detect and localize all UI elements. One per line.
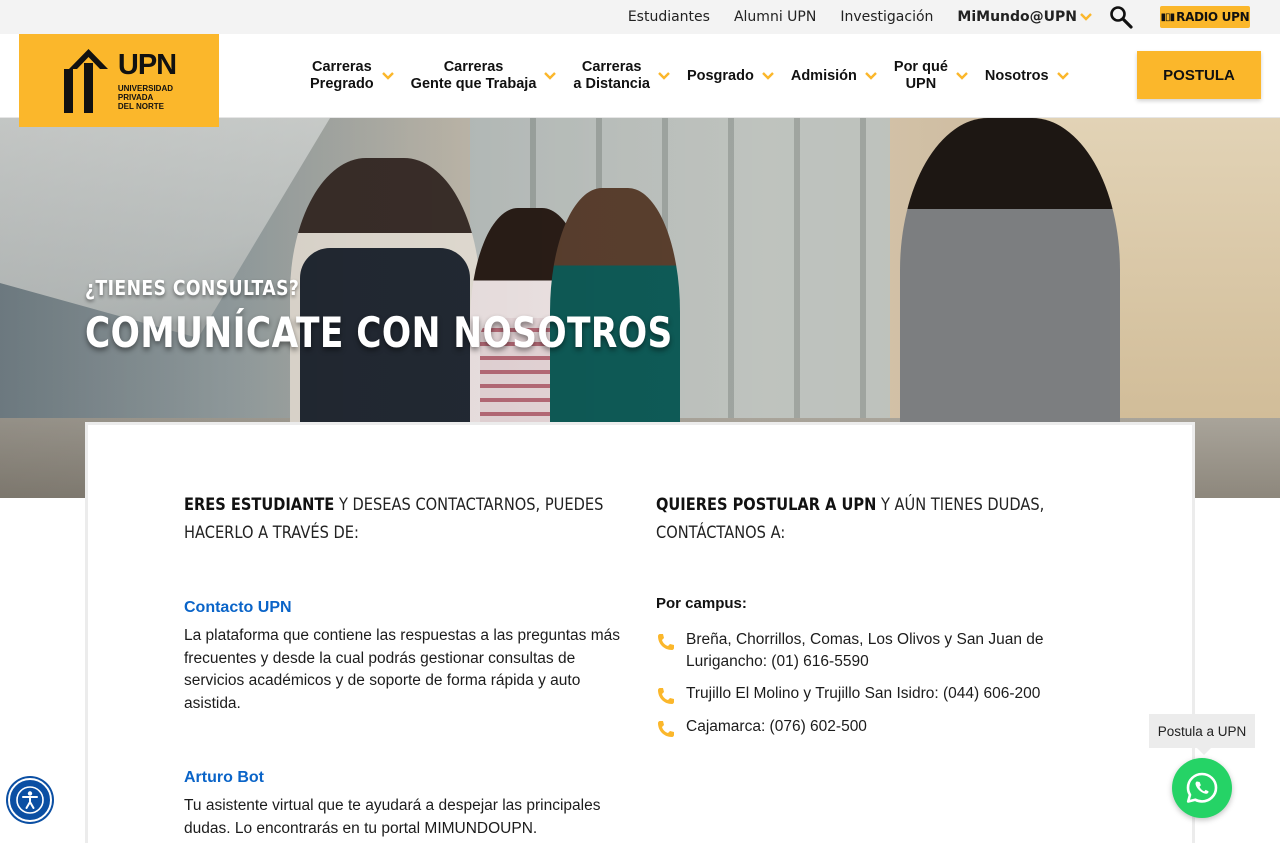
link-alumni[interactable]: Alumni UPN [734,9,816,25]
nav-carreras-pregrado[interactable]: Carreras Pregrado [310,59,394,93]
radio-label: RADIO UPN [1176,10,1250,24]
applicants-column: QUIERES POSTULAR A UPN Y AÚN TIENES DUDA… [656,491,1099,737]
whatsapp-button[interactable] [1172,758,1232,818]
search-icon[interactable] [1108,4,1134,30]
chevron-down-icon [544,72,557,80]
chevron-down-icon [1056,72,1069,80]
nav-carreras-a-distancia[interactable]: Carreras a Distancia [573,59,670,93]
applicants-lead: QUIERES POSTULAR A UPN Y AÚN TIENES DUDA… [656,491,1099,547]
accessibility-icon [16,786,44,814]
chevron-down-icon [1080,13,1092,21]
contacto-upn-block: Contacto UPN La plataforma que contiene … [184,597,629,716]
logo-subtitle: UNIVERSIDAD PRIVADA DEL NORTE [117,83,173,111]
arturo-bot-link[interactable]: Arturo Bot [184,769,264,786]
applicants-lead-bold: QUIERES POSTULAR A UPN [656,495,877,515]
campus-heading: Por campus: [656,595,747,612]
nav-label: Carreras Gente que Trabaja [410,59,537,92]
chevron-down-icon [381,72,394,80]
whatsapp-icon [1186,772,1218,803]
nav-label: Carreras a Distancia [573,59,650,92]
mimundo-dropdown[interactable]: MiMundo@UPN [957,9,1092,25]
nav-label: Carreras Pregrado [310,59,374,92]
arturo-bot-block: Arturo Bot Tu asistente virtual que te a… [184,767,629,840]
main-header: UPN UNIVERSIDAD PRIVADA DEL NORTE Carrer… [0,34,1280,127]
nav-label: Nosotros [984,67,1049,84]
postula-tooltip: Postula a UPN [1149,714,1255,755]
chevron-down-icon [865,72,877,80]
students-column: ERES ESTUDIANTE Y DESEAS CONTACTARNOS, P… [184,491,629,837]
utility-links: Estudiantes Alumni UPN Investigación MiM… [604,0,1250,34]
phone-icon [658,634,674,650]
main-nav: Carreras Pregrado Carreras Gente que Tra… [310,34,1086,118]
nav-por-que-upn[interactable]: Por qué UPN [894,59,968,93]
contact-card: ERES ESTUDIANTE Y DESEAS CONTACTARNOS, P… [85,422,1195,843]
phone-icon [658,688,674,704]
chevron-down-icon [761,72,774,80]
nav-nosotros[interactable]: Nosotros [985,68,1069,85]
hero-kicker: ¿TIENES CONSULTAS? [85,276,300,300]
phone-text: Cajamarca: (076) 602-500 [686,718,867,735]
phone-row-cajamarca: Cajamarca: (076) 602-500 [656,716,1086,739]
sound-wave-icon: ▮▯▮ [1160,11,1175,23]
utility-bar: Estudiantes Alumni UPN Investigación MiM… [0,0,1280,34]
nav-posgrado[interactable]: Posgrado [687,68,774,85]
contacto-upn-link[interactable]: Contacto UPN [184,599,292,616]
nav-admision[interactable]: Admisión [791,68,877,85]
postula-button[interactable]: POSTULA [1137,51,1261,99]
link-investigacion[interactable]: Investigación [840,9,933,25]
nav-label: Por qué UPN [893,59,948,92]
phone-row-trujillo: Trujillo El Molino y Trujillo San Isidro… [656,683,1086,706]
upn-logo[interactable]: UPN UNIVERSIDAD PRIVADA DEL NORTE [19,34,219,127]
chevron-down-icon [956,72,968,80]
contacto-upn-description: La plataforma que contiene las respuesta… [184,627,620,713]
mimundo-label: MiMundo@UPN [957,9,1077,25]
students-lead: ERES ESTUDIANTE Y DESEAS CONTACTARNOS, P… [184,491,627,547]
students-lead-bold: ERES ESTUDIANTE [184,495,335,515]
phone-text: Breña, Chorrillos, Comas, Los Olivos y S… [686,631,1044,670]
nav-label: Admisión [790,67,857,84]
logo-wordmark: UPN [117,48,177,81]
link-estudiantes[interactable]: Estudiantes [628,9,710,25]
nav-carreras-gente-que-trabaja[interactable]: Carreras Gente que Trabaja [411,59,557,93]
accessibility-button[interactable] [8,778,52,822]
phone-icon [658,721,674,737]
phone-row-lima: Breña, Chorrillos, Comas, Los Olivos y S… [656,629,1086,673]
chevron-down-icon [658,72,670,80]
phone-text: Trujillo El Molino y Trujillo San Isidro… [686,685,1041,702]
nav-label: Posgrado [686,67,754,84]
radio-upn-badge[interactable]: ▮▯▮ RADIO UPN [1160,6,1250,28]
upward-arrow-logo-icon [63,48,108,113]
hero-title: COMUNÍCATE CON NOSOTROS [85,308,673,357]
arturo-bot-description: Tu asistente virtual que te ayudará a de… [184,797,601,837]
